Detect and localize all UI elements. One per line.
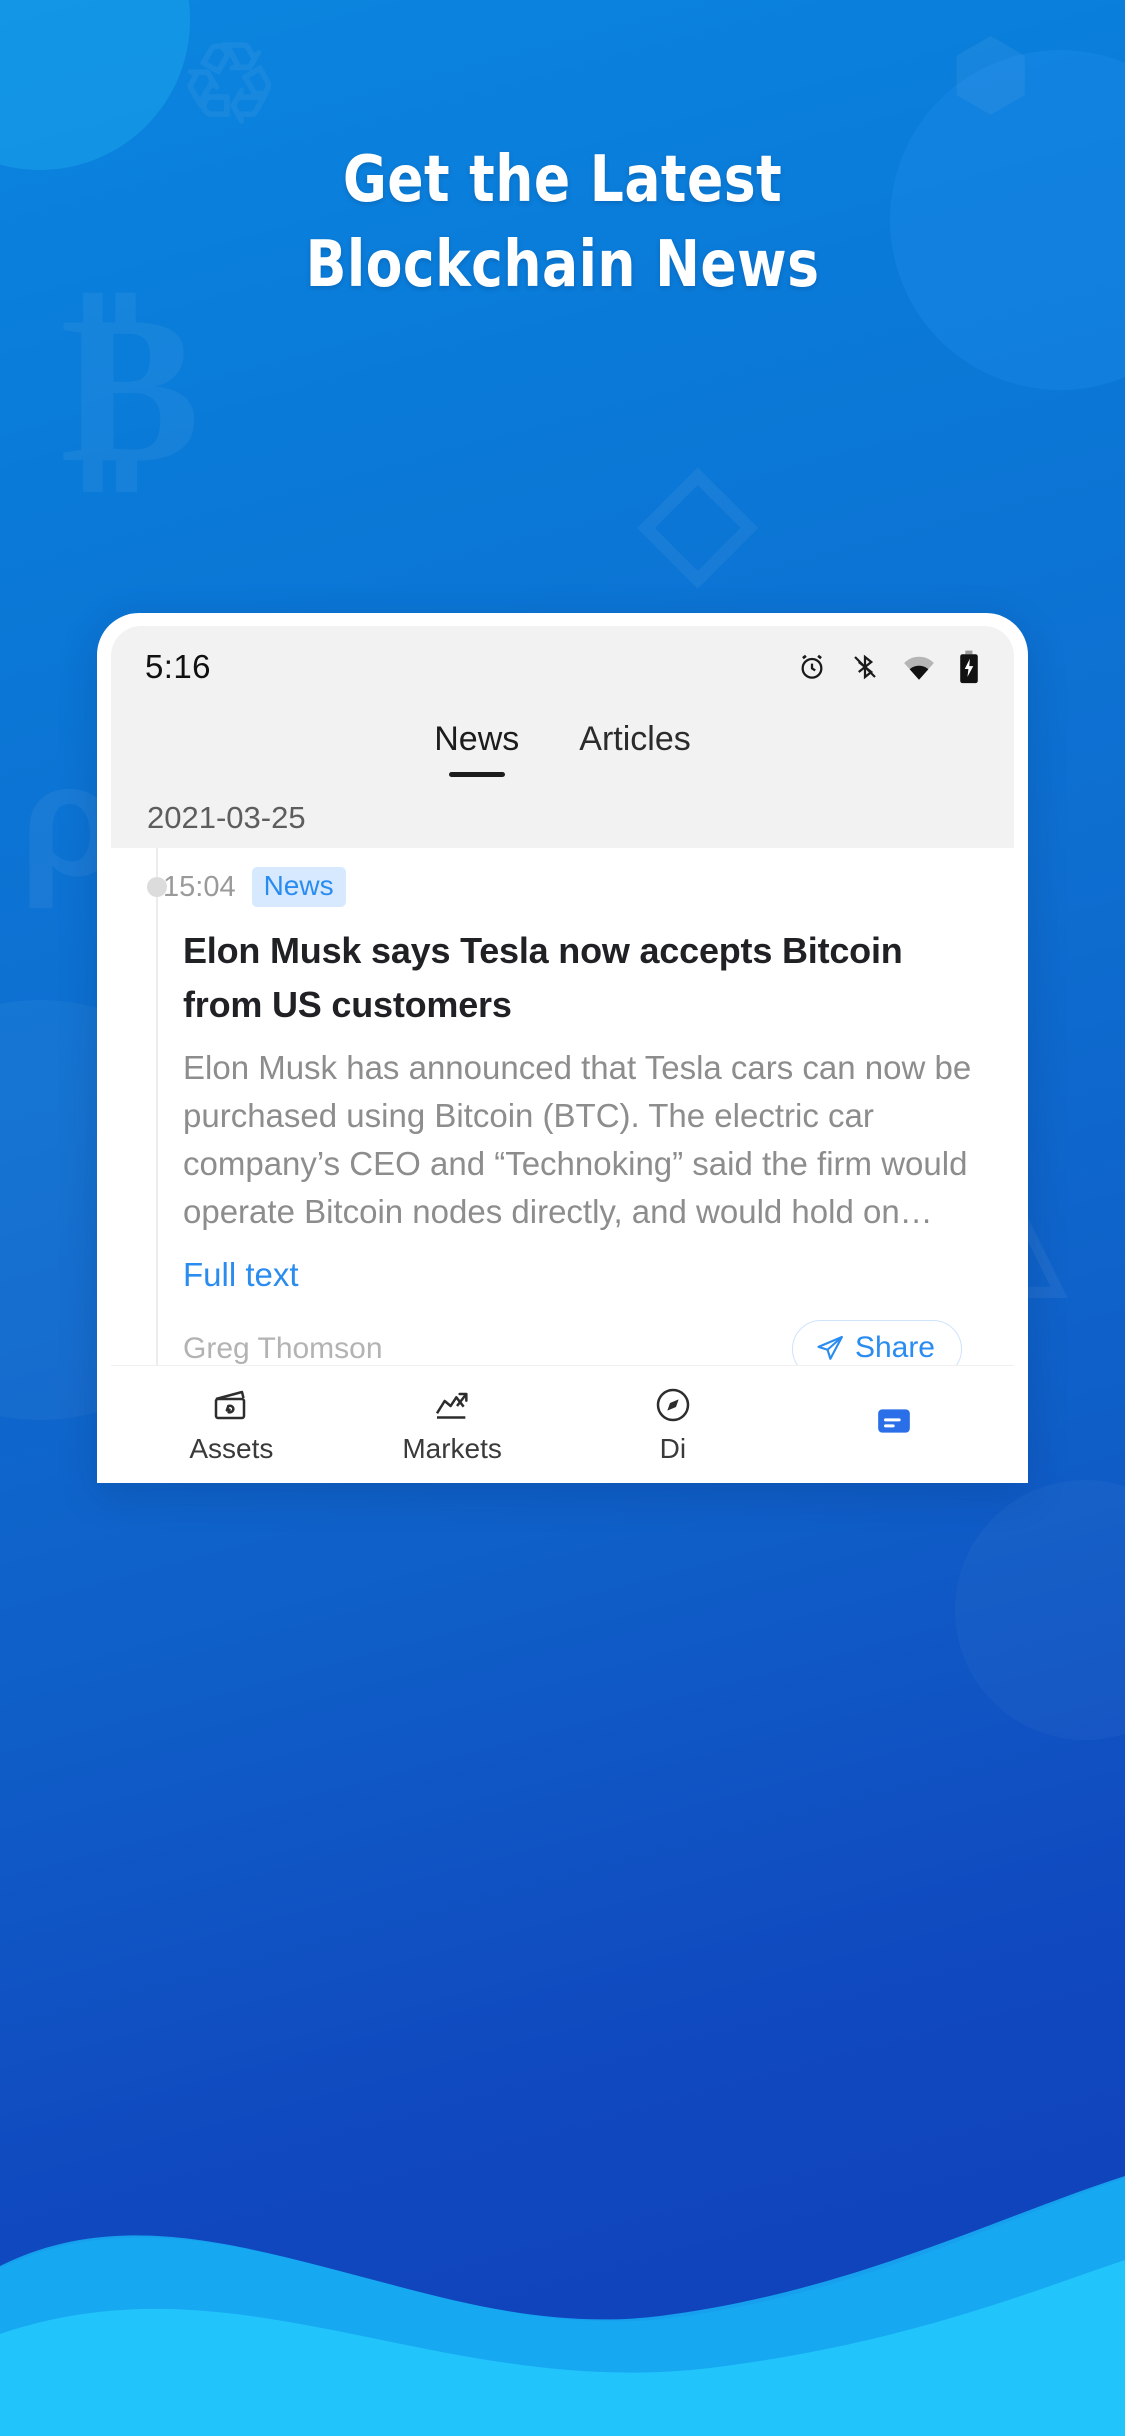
bottom-navigation[interactable]: Assets Markets Di	[111, 1365, 1014, 1483]
headline-line-1: Get the Latest	[342, 143, 783, 217]
tab-active-indicator	[448, 772, 505, 777]
promo-headline: Get the Latest Blockchain News	[39, 138, 1085, 308]
list-item[interactable]: 15:04 News Elon Musk says Tesla now acce…	[111, 848, 1014, 1411]
tab-articles-label: Articles	[579, 720, 691, 758]
item-body: Elon Musk says Tesla now accepts Bitcoin…	[111, 910, 1014, 1378]
wifi-icon	[902, 652, 936, 682]
nav-item-discover[interactable]: Di	[563, 1385, 784, 1465]
droplet-glyph-icon: ♲	[180, 23, 279, 146]
feed-date-header: 2021-03-25	[111, 800, 1014, 848]
status-icons	[796, 650, 980, 684]
headline-line-2: Blockchain News	[305, 228, 820, 302]
compass-icon	[653, 1385, 693, 1425]
nav-item-assets[interactable]: Assets	[121, 1385, 342, 1465]
article-author: Greg Thomson	[183, 1332, 383, 1365]
wallet-icon	[211, 1385, 251, 1425]
tab-bar: News Articles	[111, 708, 1014, 800]
nav-item-markets-label: Markets	[402, 1432, 502, 1464]
article-summary: Elon Musk has announced that Tesla cars …	[183, 1049, 972, 1230]
chart-line-icon	[432, 1385, 472, 1425]
nav-item-discover-label: Di	[659, 1432, 687, 1464]
status-badge: News	[251, 866, 346, 908]
status-clock: 5:16	[145, 648, 211, 685]
phone-mockup: 5:16 News Articles 2021-03-25 15:04 News…	[97, 613, 1028, 1483]
phone-screen: 5:16 News Articles 2021-03-25 15:04 News…	[111, 626, 1014, 1483]
decor-blob-right	[955, 1480, 1125, 1740]
send-icon	[815, 1333, 845, 1363]
nav-item-assets-label: Assets	[189, 1432, 274, 1464]
ethereum-glyph-icon: ◇	[640, 431, 756, 599]
item-header: 15:04 News	[111, 864, 1014, 910]
timeline-dot-icon	[147, 877, 167, 897]
news-icon	[874, 1401, 914, 1441]
bitcoin-glyph-icon: ₿	[60, 274, 201, 506]
nav-item-news[interactable]	[783, 1401, 1004, 1449]
battery-charging-icon	[958, 650, 980, 684]
full-text-link[interactable]: Full text	[183, 1256, 299, 1294]
nav-item-markets[interactable]: Markets	[342, 1385, 563, 1465]
tab-news-label: News	[434, 720, 520, 758]
article-title[interactable]: Elon Musk says Tesla now accepts Bitcoin…	[183, 924, 972, 1032]
bluetooth-off-icon	[850, 651, 880, 683]
alarm-icon	[796, 651, 828, 683]
share-button-label: Share	[854, 1331, 935, 1364]
tab-articles[interactable]: Articles	[573, 712, 696, 762]
bottom-wave-overlay	[0, 2016, 1125, 2436]
hexagon-glyph-icon: ⬢	[951, 25, 1030, 125]
item-time: 15:04	[163, 870, 236, 903]
tab-news[interactable]: News	[428, 712, 525, 777]
status-bar: 5:16	[111, 626, 1014, 708]
